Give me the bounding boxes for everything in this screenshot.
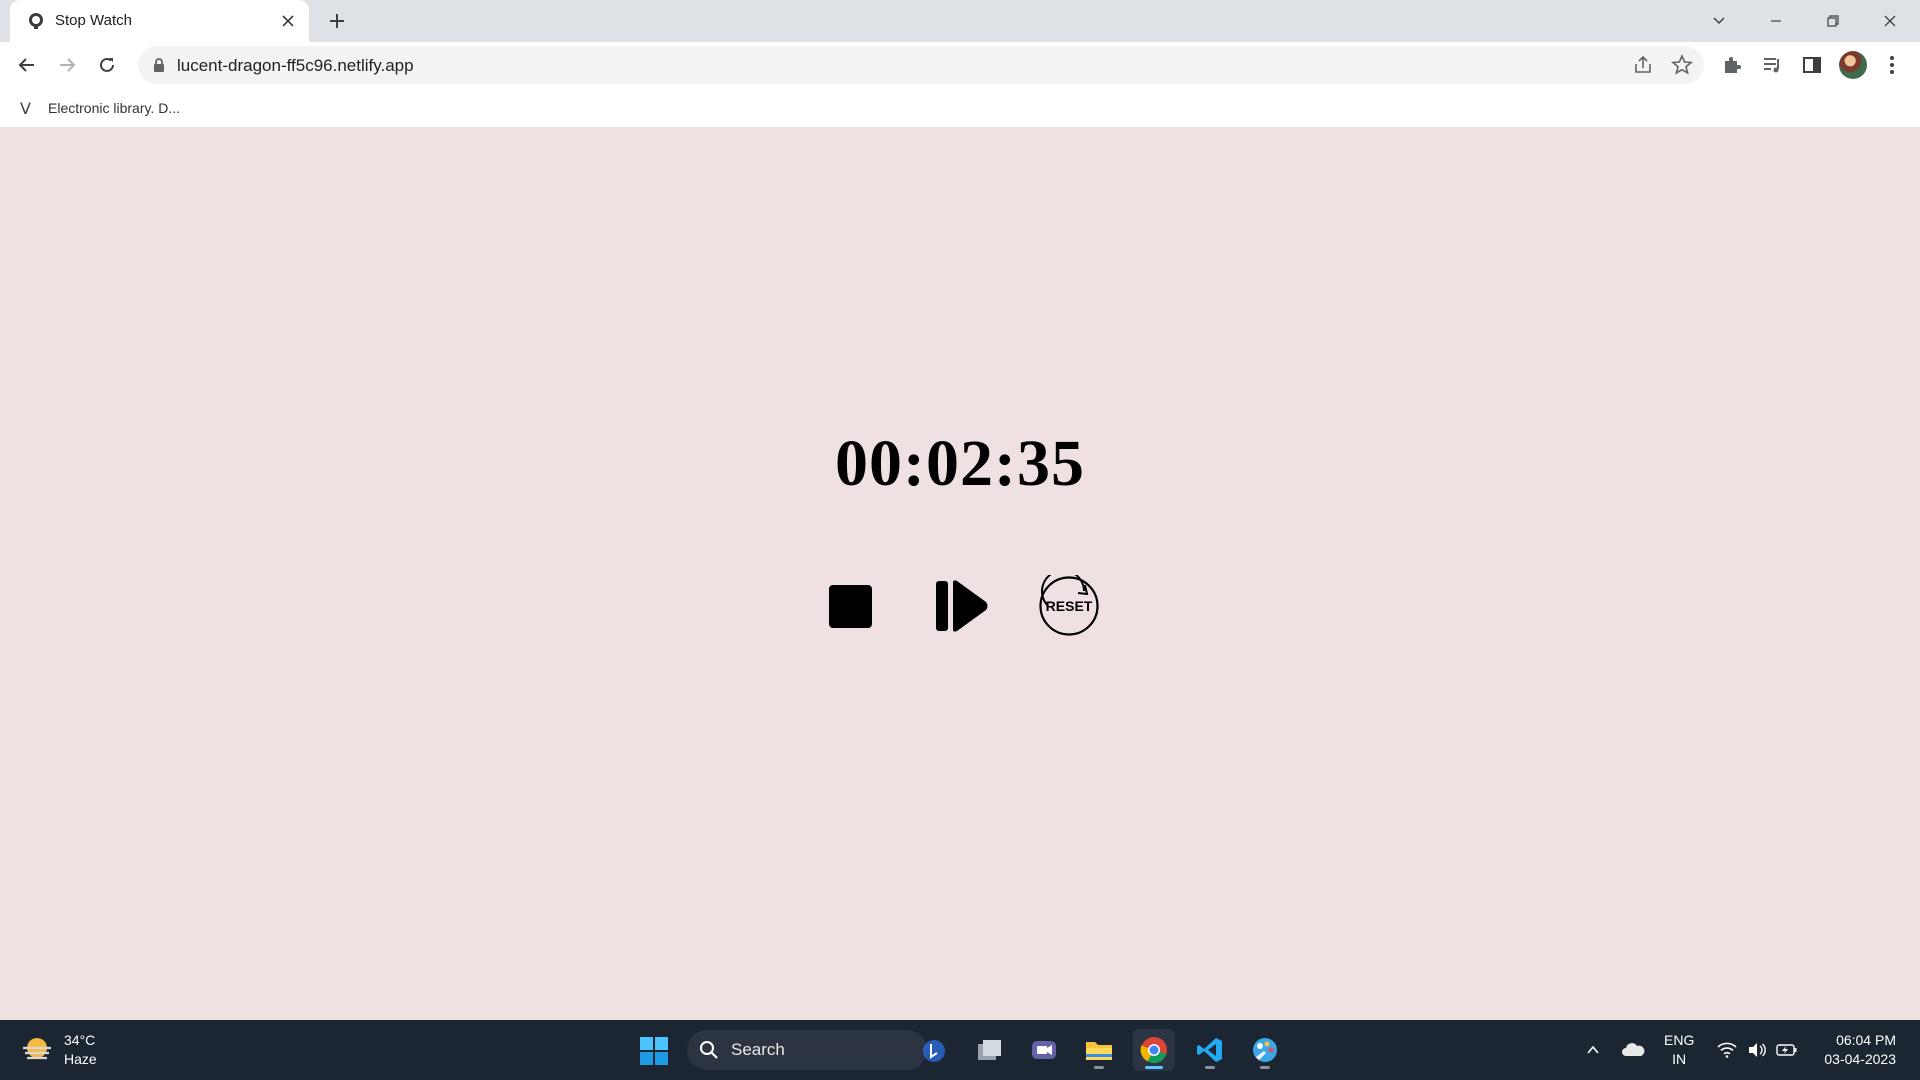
search-icon: [700, 1041, 718, 1059]
running-indicator: [1205, 1066, 1215, 1069]
active-indicator: [1145, 1066, 1163, 1069]
tab-strip: Stop Watch: [0, 0, 1920, 42]
windows-taskbar: 34°C Haze Search ENG IN 06:04 PM 03-04-2…: [0, 1020, 1920, 1080]
tab-title: Stop Watch: [55, 12, 132, 29]
url-text[interactable]: lucent-dragon-ff5c96.netlify.app: [177, 56, 414, 76]
stopwatch-page: 00:02:35 RESET: [0, 128, 1920, 1020]
bookmarks-bar: V Electronic library. D...: [0, 88, 1920, 128]
reset-icon: RESET: [1038, 569, 1100, 637]
task-view-icon[interactable]: [969, 1029, 1011, 1071]
browser-toolbar: lucent-dragon-ff5c96.netlify.app: [0, 42, 1920, 88]
stop-button[interactable]: [818, 574, 882, 638]
bookmark-label[interactable]: Electronic library. D...: [48, 100, 180, 116]
library-favicon-icon: V: [20, 98, 31, 118]
bookmark-item[interactable]: V Electronic library. D...: [20, 96, 180, 120]
weather-condition: Haze: [64, 1051, 97, 1067]
resume-button[interactable]: [930, 574, 994, 638]
back-arrow-icon[interactable]: [13, 51, 41, 79]
clock-date: 03-04-2023: [1824, 1051, 1896, 1067]
address-bar[interactable]: lucent-dragon-ff5c96.netlify.app: [138, 46, 1704, 84]
close-window-icon[interactable]: [1877, 8, 1903, 34]
show-hidden-icons-chevron-up-icon[interactable]: [1580, 1020, 1606, 1080]
reload-icon[interactable]: [93, 51, 121, 79]
forward-arrow-icon[interactable]: [53, 51, 81, 79]
taskbar-search-box[interactable]: Search: [687, 1030, 945, 1070]
battery-charging-icon[interactable]: [1774, 1020, 1800, 1080]
minimize-window-icon[interactable]: [1763, 8, 1789, 34]
volume-icon[interactable]: [1744, 1020, 1770, 1080]
onedrive-cloud-icon[interactable]: [1618, 1020, 1648, 1080]
file-explorer-icon[interactable]: [1078, 1029, 1120, 1071]
new-tab-button[interactable]: [325, 9, 349, 33]
language-indicator[interactable]: ENG IN: [1664, 1031, 1694, 1069]
weather-widget[interactable]: 34°C Haze: [20, 1031, 97, 1069]
language-code: ENG: [1664, 1032, 1695, 1048]
stop-icon: [828, 584, 872, 628]
reset-label: RESET: [1045, 598, 1093, 614]
reset-button[interactable]: RESET: [1037, 569, 1101, 638]
share-icon[interactable]: [1632, 54, 1654, 76]
teams-chat-icon[interactable]: [1023, 1029, 1065, 1071]
more-options-kebab-icon[interactable]: [1878, 51, 1906, 79]
lock-icon[interactable]: [150, 56, 168, 74]
weather-temperature: 34°C: [64, 1032, 96, 1048]
paint-app-icon[interactable]: [1244, 1029, 1286, 1071]
stopwatch-display: 00:02:35: [835, 427, 1085, 500]
side-panel-icon[interactable]: [1798, 51, 1826, 79]
bookmark-star-icon[interactable]: [1671, 54, 1693, 76]
restore-window-icon[interactable]: [1820, 8, 1846, 34]
running-indicator: [1094, 1066, 1104, 1069]
stopwatch-favicon-icon: [29, 13, 43, 29]
haze-sun-icon: [23, 1038, 51, 1060]
close-tab-icon[interactable]: [278, 11, 298, 31]
extensions-puzzle-icon[interactable]: [1718, 51, 1746, 79]
wifi-icon[interactable]: [1714, 1020, 1740, 1080]
system-clock[interactable]: 06:04 PM 03-04-2023: [1814, 1031, 1896, 1069]
play-pause-icon: [936, 580, 988, 632]
browser-tab[interactable]: Stop Watch: [10, 0, 309, 42]
search-label: Search: [731, 1040, 785, 1059]
language-region: IN: [1672, 1051, 1687, 1067]
chrome-icon[interactable]: [1133, 1029, 1175, 1071]
running-indicator: [1260, 1066, 1270, 1069]
tab-search-chevron-down-icon[interactable]: [1706, 8, 1732, 34]
media-controls-icon[interactable]: [1758, 51, 1786, 79]
clock-time: 06:04 PM: [1836, 1032, 1896, 1048]
vscode-icon[interactable]: [1189, 1029, 1231, 1071]
bing-chat-icon[interactable]: [921, 1038, 947, 1064]
profile-avatar[interactable]: [1839, 51, 1867, 79]
windows-start-icon[interactable]: [639, 1036, 669, 1066]
